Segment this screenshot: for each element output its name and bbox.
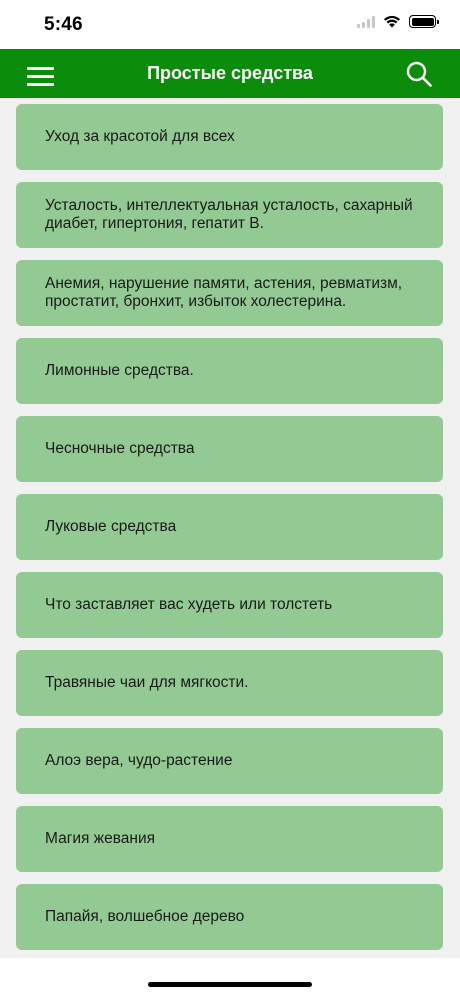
list-item[interactable]: Травяные чаи для мягкости. (16, 650, 443, 716)
list-item-label: Что заставляет вас худеть или толстеть (45, 596, 333, 613)
status-bar: 5:46 (0, 0, 460, 49)
list-item[interactable]: Чесночные средства (16, 416, 443, 482)
list-item[interactable]: Алоэ вера, чудо-растение (16, 728, 443, 794)
list-item[interactable]: Что заставляет вас худеть или толстеть (16, 572, 443, 638)
list-item-label: Лимонные средства. (45, 362, 194, 379)
list-item[interactable]: Уход за красотой для всех (16, 104, 443, 170)
list-item-label: Алоэ вера, чудо-растение (45, 752, 233, 769)
list-item[interactable]: Магия жевания (16, 806, 443, 872)
search-icon[interactable] (406, 61, 432, 87)
list-item-label: Усталость, интеллектуальная усталость, с… (45, 197, 413, 232)
list-item-label: Магия жевания (45, 830, 155, 847)
wifi-icon (384, 15, 400, 28)
status-time: 5:46 (44, 14, 83, 35)
list-item[interactable]: Анемия, нарушение памяти, астения, ревма… (16, 260, 443, 326)
list-item[interactable]: Луковые средства (16, 494, 443, 560)
list-item[interactable]: Лимонные средства. (16, 338, 443, 404)
app-header: Простые средства (0, 49, 460, 98)
battery-icon (409, 15, 439, 28)
app-screen: 5:46 Простые средства Уход за красотой д… (0, 0, 460, 996)
list-item[interactable]: Папайя, волшебное дерево (16, 884, 443, 950)
list-item-label: Папайя, волшебное дерево (45, 908, 245, 925)
remedies-list[interactable]: Уход за красотой для всех Усталость, инт… (0, 98, 460, 958)
signal-icon (357, 15, 375, 28)
bottom-area (0, 958, 460, 996)
list-item-label: Анемия, нарушение памяти, астения, ревма… (45, 275, 403, 310)
list-item[interactable]: Усталость, интеллектуальная усталость, с… (16, 182, 443, 248)
list-item-label: Уход за красотой для всех (45, 128, 235, 145)
list-item-label: Чесночные средства (45, 440, 195, 457)
list-item-label: Луковые средства (45, 518, 177, 535)
page-title: Простые средства (147, 63, 313, 83)
list-item-label: Травяные чаи для мягкости. (45, 674, 249, 691)
home-indicator[interactable] (148, 982, 312, 987)
status-icons (357, 15, 439, 28)
